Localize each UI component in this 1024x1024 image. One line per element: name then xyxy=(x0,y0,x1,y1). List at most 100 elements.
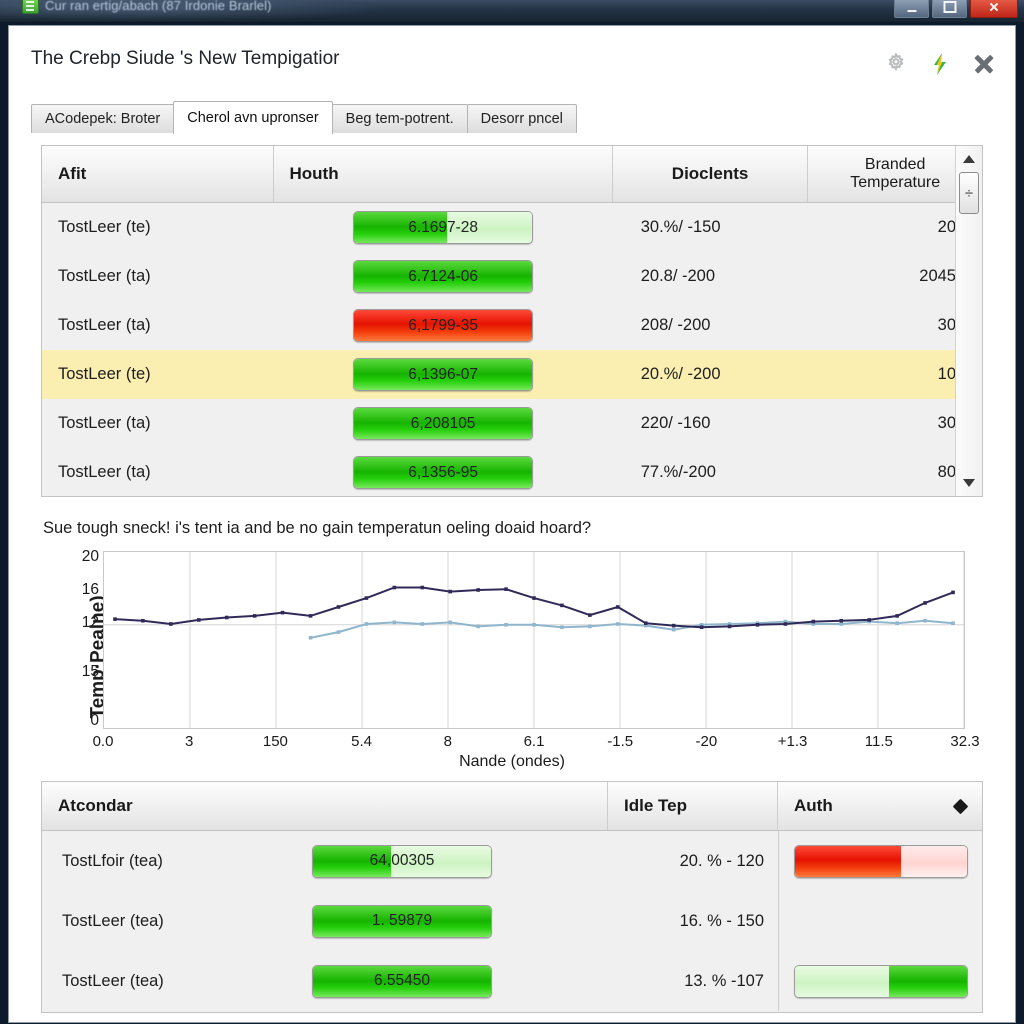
column-header-auth-label: Auth xyxy=(794,796,833,815)
chart-y-tick: 15 xyxy=(81,662,99,680)
cell-idle-tep: 13. % -107 xyxy=(684,971,764,990)
table-row[interactable]: TostLeer (ta) 6,208105 220/ -160 30 xyxy=(42,399,982,448)
data-bar: 64,00305 xyxy=(312,844,492,878)
chart-marker xyxy=(783,622,788,626)
chart-x-tick: 8 xyxy=(443,733,452,750)
chart-marker xyxy=(867,618,872,622)
screen-root: Cur ran ertig/abach (87 Irdonie Brarlel)… xyxy=(0,0,1024,1024)
chart-x-axis-label: Nande (ondes) xyxy=(459,753,565,770)
chart-x-tick: 0.0 xyxy=(92,733,114,750)
chart-marker xyxy=(113,617,117,621)
os-titlebar: Cur ran ertig/abach (87 Irdonie Brarlel) xyxy=(0,0,1024,22)
data-bar-value: 6,1799-35 xyxy=(408,316,479,334)
chart-x-tick: 6.1 xyxy=(523,733,545,750)
data-bar: 6.7124-06 xyxy=(353,260,534,293)
cell-dioclents: 77.%/-200 xyxy=(640,463,716,481)
grid-bottom-header-row: Atcondar Idle Tep Auth xyxy=(42,782,982,831)
chart-marker xyxy=(839,622,844,626)
table-row[interactable]: TostLeer (ta) 6,1356-95 77.%/-200 80 xyxy=(42,448,982,497)
scroll-up-arrow-icon[interactable] xyxy=(956,148,982,170)
table-row[interactable]: TostLeer (tea) 1. 59879 16. % - 150 xyxy=(42,891,982,951)
data-bar-value: 64,00305 xyxy=(369,852,435,869)
table-row[interactable]: TostLeer (te) 6,1396-07 20.%/ -200 10 xyxy=(42,350,982,399)
cell-atcondar-name: TostLeer (tea) xyxy=(62,911,164,930)
vertical-scrollbar[interactable]: ÷ xyxy=(955,146,982,496)
column-header-atcondar[interactable]: Atcondar xyxy=(42,782,608,830)
chart-marker xyxy=(923,601,927,605)
chart-y-tick: 0 xyxy=(90,712,99,729)
table-row[interactable]: TostLeer (tea) 6.55450 13. % -107 xyxy=(42,951,982,1011)
column-header-houth[interactable]: Houth xyxy=(274,146,613,202)
column-header-auth[interactable]: Auth xyxy=(778,782,982,830)
data-bar: 6,1356-95 xyxy=(353,456,534,489)
tab-desorr-pncel[interactable]: Desorr pncel xyxy=(466,104,577,134)
data-grid-bottom: Atcondar Idle Tep Auth TostLfoir (tea) 64… xyxy=(41,781,983,1013)
chart-marker xyxy=(699,625,704,630)
cell-houth: 6,1356-95 xyxy=(274,456,613,489)
close-icon[interactable] xyxy=(971,51,997,77)
window-controls xyxy=(894,0,1018,18)
chart-marker xyxy=(560,603,564,608)
cell-atcondar: TostLeer (tea) 1. 59879 xyxy=(42,904,608,938)
table-row[interactable]: TostLfoir (tea) 64,00305 20. % - 120 xyxy=(42,831,982,891)
column-header-dioclents[interactable]: Dioclents xyxy=(613,146,809,202)
column-header-idle-tep[interactable]: Idle Tep xyxy=(608,782,778,830)
tab-beg-tem-potrent[interactable]: Beg tem-potrent. xyxy=(331,104,468,134)
chart-marker xyxy=(951,590,955,595)
close-button[interactable] xyxy=(970,0,1018,18)
tab-cherol-upronser[interactable]: Cherol avn upronser xyxy=(173,101,333,134)
column-header-afit[interactable]: Afit xyxy=(42,146,274,202)
chart-marker xyxy=(588,624,592,629)
bolt-icon[interactable] xyxy=(927,51,953,77)
table-row[interactable]: TostLeer (te) 6.1697-28 30.%/ -150 20 xyxy=(42,203,982,252)
tab-acodepek-broter[interactable]: ACodepek: Broter xyxy=(31,104,175,134)
chart-x-tick: 11.5 xyxy=(864,733,893,750)
minimize-button[interactable] xyxy=(894,0,929,18)
data-bar: 6,208105 xyxy=(353,407,534,440)
cell-dioclents: 20.8/ -200 xyxy=(640,267,716,285)
chart-marker xyxy=(895,614,899,618)
scrollbar-thumb[interactable]: ÷ xyxy=(959,172,979,214)
data-bar: 6.1697-28 xyxy=(353,211,534,244)
cell-afit: TostLeer (te) xyxy=(58,365,151,383)
column-header-line2: Temperature xyxy=(850,174,941,191)
chart-x-tick: 32.3 xyxy=(950,733,980,750)
chart-marker xyxy=(364,622,369,626)
cell-auth xyxy=(778,891,982,951)
chart-marker xyxy=(671,623,676,628)
chart-x-tick: +1.3 xyxy=(777,733,808,750)
os-title-group: Cur ran ertig/abach (87 Irdonie Brarlel) xyxy=(22,0,272,14)
auth-bar-fill xyxy=(889,965,967,997)
tabstrip: ACodepek: Broter Cherol avn upronser Beg… xyxy=(31,101,577,134)
cell-dioclents: 220/ -160 xyxy=(640,414,711,432)
data-bar-value: 6,1356-95 xyxy=(408,463,479,481)
cell-dioclents: 30.%/ -150 xyxy=(640,218,721,236)
middle-note-text: Sue tough sneck! i's tent ia and be no g… xyxy=(43,519,592,537)
table-row[interactable]: TostLeer (ta) 6,1799-35 208/ -200 30 xyxy=(42,301,982,350)
table-row[interactable]: TostLeer (ta) 6.7124-06 20.8/ -200 2045 xyxy=(42,252,982,301)
chart-marker xyxy=(392,620,397,625)
chart-x-tick: 5.4 xyxy=(351,733,373,750)
chart-marker xyxy=(727,624,732,629)
chart-marker xyxy=(839,618,844,623)
cell-auth xyxy=(778,951,982,1011)
cell-idle-tep: 20. % - 120 xyxy=(679,851,764,870)
chart-svg xyxy=(104,552,965,728)
maximize-button[interactable] xyxy=(932,0,967,18)
chart-marker xyxy=(532,623,536,627)
chart-marker xyxy=(448,589,452,594)
gear-icon[interactable] xyxy=(883,51,909,77)
app-window: The Crebp Siude 's New Tempigatior ACode… xyxy=(8,25,1016,1023)
chart-x-tick: -20 xyxy=(695,733,718,750)
chart-marker xyxy=(532,596,536,600)
sort-diamond-icon[interactable] xyxy=(952,798,969,814)
chart-marker xyxy=(560,625,564,630)
data-bar-value: 6.55450 xyxy=(373,972,431,989)
chart-marker xyxy=(420,585,425,590)
chart-marker xyxy=(476,624,480,629)
chart-x-tick: 150 xyxy=(262,733,288,750)
chart-line-series-light xyxy=(310,619,954,639)
cell-dioclents: 208/ -200 xyxy=(640,316,711,334)
scroll-down-arrow-icon[interactable] xyxy=(956,472,982,494)
chart-marker xyxy=(308,635,313,640)
